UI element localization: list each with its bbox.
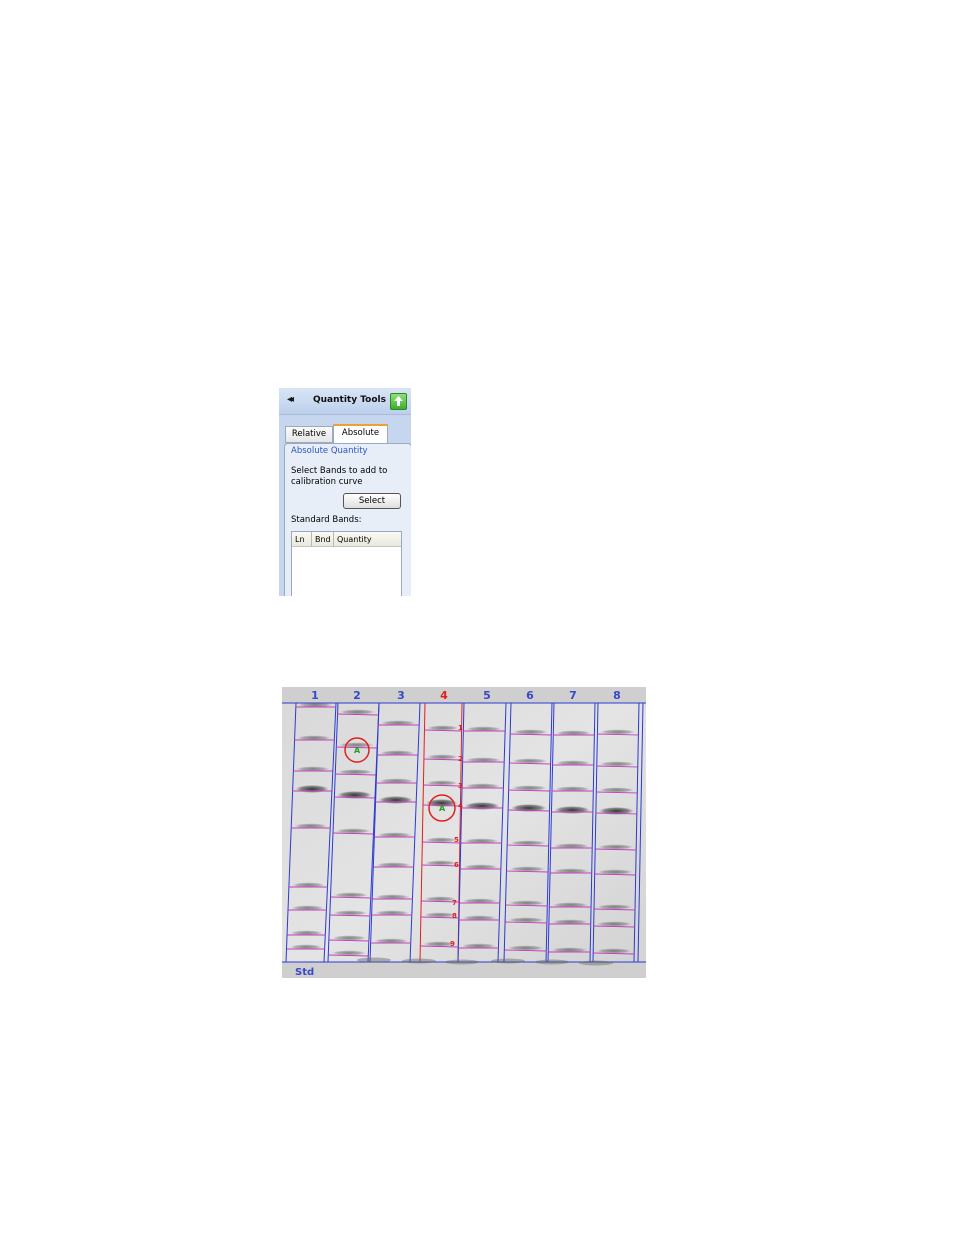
marker-label-lane-2: A [354, 746, 361, 755]
lane-number-7: 7 [569, 689, 577, 702]
lane-number-6: 6 [526, 689, 534, 702]
column-header-quantity[interactable]: Quantity [334, 532, 401, 547]
absolute-quantity-group: Absolute Quantity Select Bands to add to… [284, 443, 411, 596]
band-number-2: 2 [458, 755, 463, 763]
band-number-7: 7 [452, 899, 457, 907]
band-number-3: 3 [458, 782, 463, 790]
std-label: Std [295, 967, 314, 978]
bottom-band [535, 959, 569, 965]
band-number-6: 6 [454, 861, 459, 869]
standard-bands-table[interactable]: Ln Bnd Quantity [291, 531, 402, 596]
section-title: Absolute Quantity [291, 446, 368, 456]
bottom-band [579, 960, 613, 966]
gel-band[interactable] [464, 802, 500, 810]
bottom-band [445, 959, 479, 965]
green-up-arrow-icon[interactable] [390, 393, 407, 410]
select-button[interactable]: Select [343, 493, 401, 509]
quantity-tools-panel: ◂◂ Quantity Tools Relative Absolute Abso… [279, 388, 411, 596]
gel-band[interactable] [378, 796, 414, 804]
band-number-8: 8 [452, 912, 457, 920]
band-number-4: 4 [458, 802, 463, 810]
lane-header-strip [282, 687, 646, 703]
column-header-bnd[interactable]: Bnd [312, 532, 334, 547]
band-number-5: 5 [454, 836, 459, 844]
band-number-1: 1 [458, 724, 463, 732]
gel-band[interactable] [295, 785, 329, 793]
lane-number-4-selected: 4 [440, 689, 448, 702]
column-header-ln[interactable]: Ln [292, 532, 312, 547]
lane-number-5: 5 [483, 689, 491, 702]
marker-label-lane-4: A [439, 804, 446, 813]
bottom-band [402, 958, 436, 964]
standard-bands-label: Standard Bands: [291, 515, 362, 525]
lane-number-2: 2 [353, 689, 361, 702]
panel-title: Quantity Tools [313, 395, 386, 405]
tab-absolute[interactable]: Absolute [333, 424, 388, 444]
tab-relative[interactable]: Relative [285, 426, 333, 443]
lane-number-3: 3 [397, 689, 405, 702]
bottom-band [491, 958, 525, 964]
gel-band[interactable] [554, 806, 590, 814]
lane-number-8: 8 [613, 689, 621, 702]
collapse-icon[interactable]: ◂◂ [287, 394, 294, 405]
lane-number-1: 1 [311, 689, 319, 702]
panel-title-bar: ◂◂ Quantity Tools [279, 388, 411, 415]
bottom-band [357, 957, 391, 963]
band-number-9: 9 [450, 940, 455, 948]
gel-image[interactable]: 1 2 3 4 5 6 7 8 1 2 3 4 5 6 7 8 9 A A St… [282, 687, 646, 978]
instructions-text: Select Bands to add to calibration curve [291, 466, 388, 487]
